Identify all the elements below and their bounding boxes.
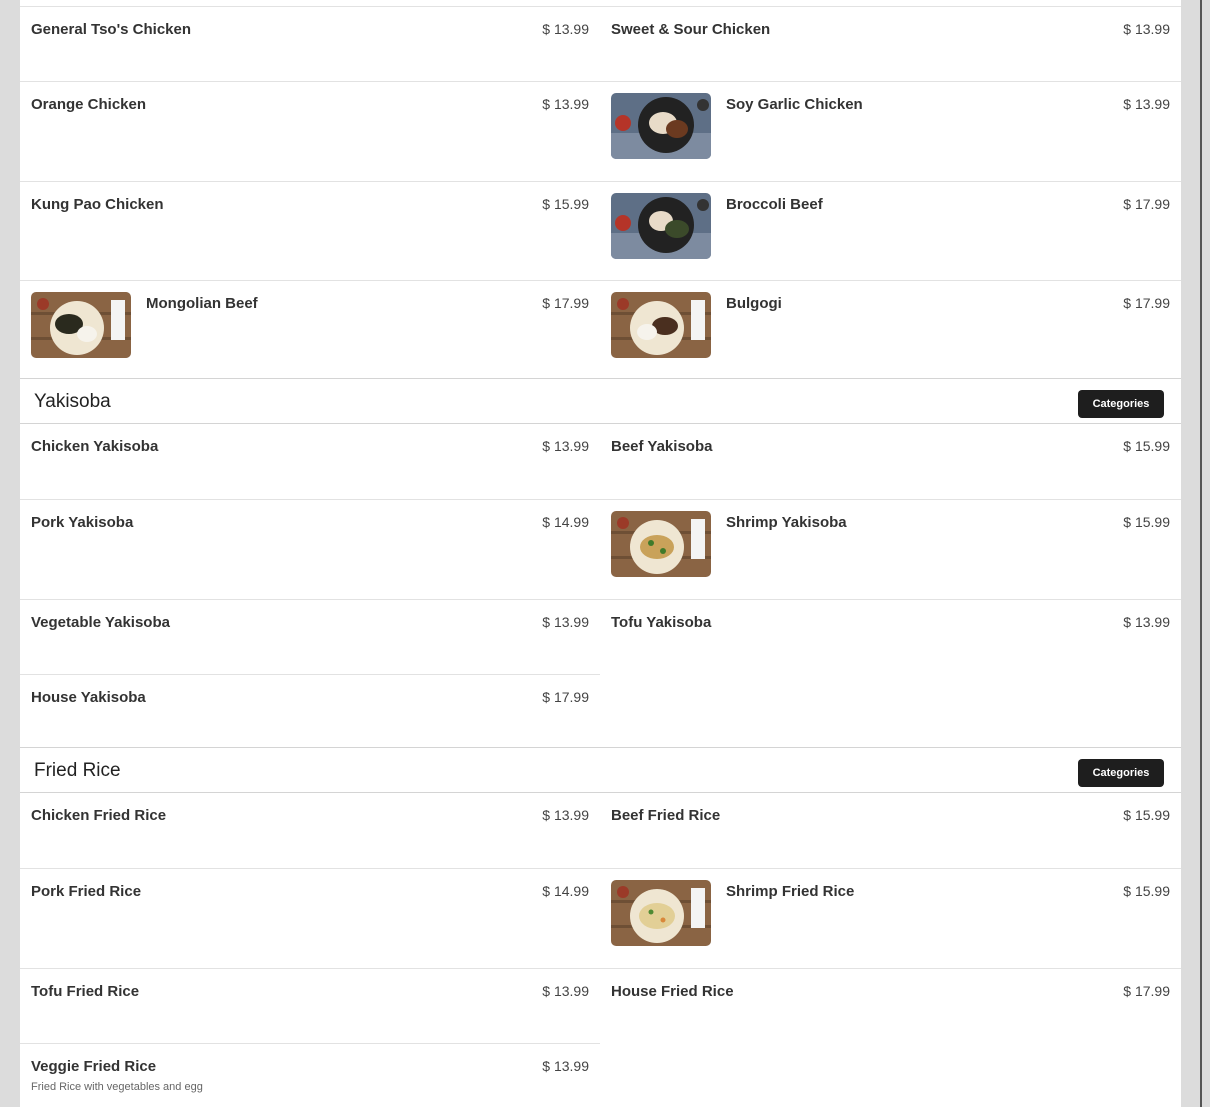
item-name: Shrimp Fried Rice (726, 883, 855, 900)
item-name: Beef Yakisoba (611, 438, 713, 455)
beef-dish-image[interactable] (31, 292, 131, 358)
item-name: Sweet & Sour Chicken (611, 21, 771, 38)
menu-item[interactable]: Vegetable Yakisoba $ 13.99 (20, 599, 600, 674)
item-price: $ 17.99 (542, 689, 589, 705)
item-name: Chicken Yakisoba (31, 438, 159, 455)
section-title: Fried Rice (34, 760, 121, 781)
menu-item[interactable]: Sweet & Sour Chicken $ 13.99 (600, 6, 1181, 81)
categories-button[interactable]: Categories (1078, 759, 1164, 787)
item-price: $ 15.99 (1123, 514, 1170, 530)
menu-item[interactable]: Chicken Yakisoba $ 13.99 (20, 424, 600, 499)
item-price: $ 13.99 (542, 438, 589, 454)
item-name: Chicken Fried Rice (31, 807, 167, 824)
menu-item[interactable]: Tofu Yakisoba $ 13.99 (600, 599, 1181, 747)
menu-item[interactable]: Chicken Fried Rice $ 13.99 (20, 793, 600, 868)
menu-item[interactable]: Kung Pao Chicken $ 15.99 (20, 181, 600, 280)
item-price: $ 17.99 (1123, 983, 1170, 999)
menu-item[interactable]: Bulgogi $ 17.99 (600, 280, 1181, 378)
item-name: Pork Yakisoba (31, 514, 134, 531)
item-price: $ 13.99 (542, 983, 589, 999)
item-name: Veggie Fried Rice (31, 1058, 157, 1075)
menu-item[interactable]: House Fried Rice $ 17.99 (600, 968, 1181, 1107)
item-name: House Yakisoba (31, 689, 146, 706)
item-price: $ 13.99 (542, 1058, 589, 1074)
item-price: $ 13.99 (1123, 614, 1170, 630)
item-price: $ 13.99 (1123, 21, 1170, 37)
chicken-plate-image[interactable] (611, 93, 711, 159)
item-name: General Tso's Chicken (31, 21, 192, 38)
menu-item[interactable]: Soy Garlic Chicken $ 13.99 (600, 81, 1181, 181)
item-price: $ 14.99 (542, 514, 589, 530)
scrollbar[interactable] (1200, 0, 1202, 1107)
menu-item[interactable]: Pork Yakisoba $ 14.99 (20, 499, 600, 599)
noodle-dish-image[interactable] (611, 511, 711, 577)
item-price: $ 15.99 (1123, 883, 1170, 899)
beef-plate-image[interactable] (611, 193, 711, 259)
menu-item[interactable]: Orange Chicken $ 13.99 (20, 81, 600, 181)
menu-item[interactable]: Tofu Fried Rice $ 13.99 (20, 968, 600, 1043)
item-price: $ 15.99 (1123, 807, 1170, 823)
rice-dish-image[interactable] (611, 880, 711, 946)
item-name: Tofu Fried Rice (31, 983, 140, 1000)
item-price: $ 13.99 (542, 614, 589, 630)
menu-item[interactable]: Veggie Fried Rice $ 13.99 Fried Rice wit… (20, 1043, 600, 1107)
item-name: Vegetable Yakisoba (31, 614, 170, 631)
item-price: $ 15.99 (1123, 438, 1170, 454)
item-price: $ 15.99 (542, 196, 589, 212)
item-name: Orange Chicken (31, 96, 147, 113)
section-header-yakisoba: Yakisoba Categories (20, 378, 1181, 424)
item-name: Shrimp Yakisoba (726, 514, 847, 531)
menu-item[interactable]: Beef Fried Rice $ 15.99 (600, 793, 1181, 868)
item-price: $ 13.99 (542, 807, 589, 823)
item-name: Tofu Yakisoba (611, 614, 712, 631)
menu-item[interactable]: Shrimp Fried Rice $ 15.99 (600, 868, 1181, 968)
item-name: Kung Pao Chicken (31, 196, 164, 213)
section-title: Yakisoba (34, 391, 111, 412)
section-header-fried-rice: Fried Rice Categories (20, 747, 1181, 793)
menu-item[interactable]: House Yakisoba $ 17.99 (20, 674, 600, 747)
item-price: $ 17.99 (1123, 196, 1170, 212)
item-price: $ 14.99 (542, 883, 589, 899)
menu-panel: General Tso's Chicken $ 13.99 Sweet & So… (20, 0, 1181, 1107)
item-name: Soy Garlic Chicken (726, 96, 863, 113)
categories-button[interactable]: Categories (1078, 390, 1164, 418)
item-price: $ 17.99 (542, 295, 589, 311)
menu-item[interactable]: Shrimp Yakisoba $ 15.99 (600, 499, 1181, 599)
item-name: House Fried Rice (611, 983, 734, 1000)
item-name: Pork Fried Rice (31, 883, 142, 900)
menu-item[interactable]: Beef Yakisoba $ 15.99 (600, 424, 1181, 499)
item-name: Bulgogi (726, 295, 782, 312)
item-description: Fried Rice with vegetables and egg (31, 1081, 203, 1093)
item-price: $ 13.99 (542, 96, 589, 112)
menu-item[interactable]: Mongolian Beef $ 17.99 (20, 280, 600, 378)
item-name: Broccoli Beef (726, 196, 823, 213)
item-price: $ 17.99 (1123, 295, 1170, 311)
item-name: Beef Fried Rice (611, 807, 721, 824)
menu-item[interactable]: Broccoli Beef $ 17.99 (600, 181, 1181, 280)
item-name: Mongolian Beef (146, 295, 258, 312)
page: General Tso's Chicken $ 13.99 Sweet & So… (0, 0, 1210, 1107)
menu-item[interactable]: Pork Fried Rice $ 14.99 (20, 868, 600, 968)
menu-item[interactable]: General Tso's Chicken $ 13.99 (20, 6, 600, 81)
item-price: $ 13.99 (542, 21, 589, 37)
item-price: $ 13.99 (1123, 96, 1170, 112)
bulgogi-dish-image[interactable] (611, 292, 711, 358)
